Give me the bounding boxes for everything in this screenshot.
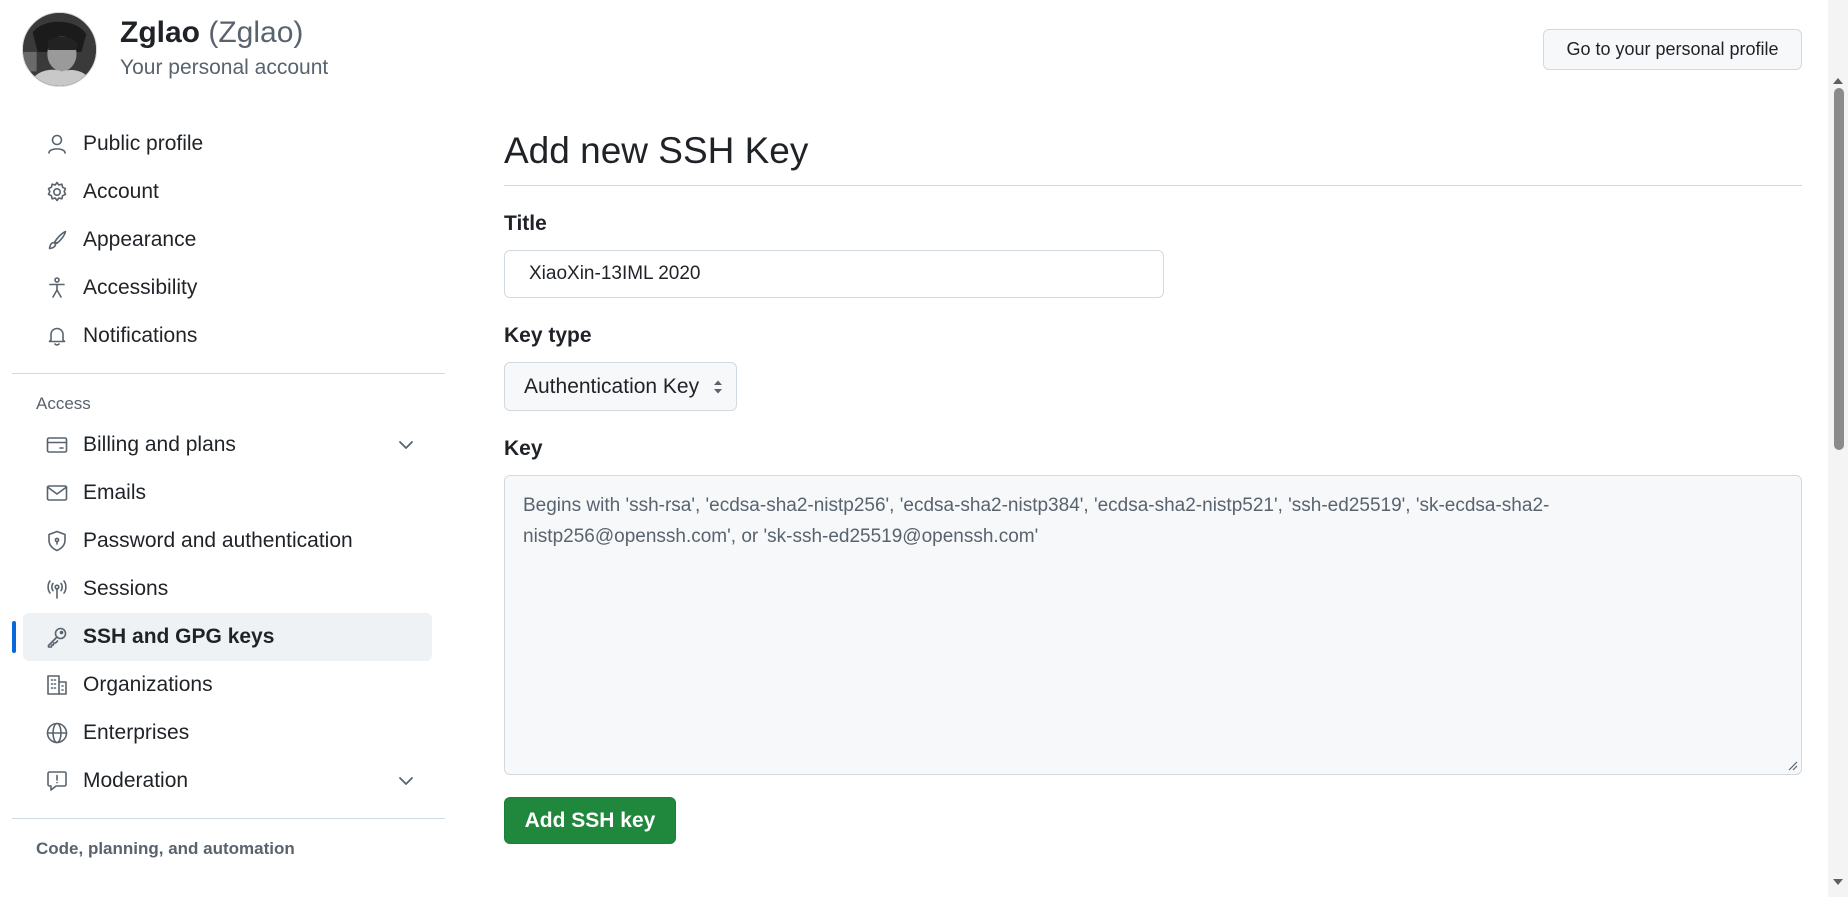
sidebar-item-label: Password and authentication <box>83 529 353 552</box>
select-caret-icon <box>714 380 722 394</box>
key-type-label: Key type <box>504 324 592 347</box>
sidebar-item-password[interactable]: Password and authentication <box>23 517 432 565</box>
go-to-profile-button[interactable]: Go to your personal profile <box>1543 29 1802 70</box>
avatar[interactable] <box>22 12 97 87</box>
resize-handle-icon[interactable] <box>1786 759 1798 771</box>
broadcast-icon <box>45 577 69 601</box>
bell-icon <box>45 324 69 348</box>
page-scrollbar[interactable] <box>1828 0 1848 897</box>
scroll-up-icon[interactable] <box>1832 76 1844 86</box>
page-title: Add new SSH Key <box>504 118 1802 186</box>
sidebar-item-enterprises[interactable]: Enterprises <box>23 709 432 757</box>
avatar-image <box>23 13 96 86</box>
sidebar-item-organizations[interactable]: Organizations <box>23 661 432 709</box>
add-ssh-key-button[interactable]: Add SSH key <box>504 797 676 844</box>
chevron-down-icon[interactable] <box>394 433 418 457</box>
key-type-select[interactable]: Authentication Key <box>504 362 737 411</box>
sidebar-item-accessibility[interactable]: Accessibility <box>23 264 432 312</box>
account-login: (Zglao) <box>208 16 304 49</box>
sidebar-item-label: Accessibility <box>83 276 198 299</box>
sidebar-item-appearance[interactable]: Appearance <box>23 216 432 264</box>
sidebar-divider <box>12 818 445 819</box>
sidebar-item-label: Public profile <box>83 132 204 155</box>
sidebar-item-label: Billing and plans <box>83 433 236 456</box>
credit-card-icon <box>45 433 69 457</box>
shield-lock-icon <box>45 529 69 553</box>
settings-sidebar: Public profile Account Appearance Access… <box>12 120 445 866</box>
key-placeholder: Begins with 'ssh-rsa', 'ecdsa-sha2-nistp… <box>523 495 1550 547</box>
sidebar-item-label: Enterprises <box>83 721 190 744</box>
organization-icon <box>45 673 69 697</box>
sidebar-divider <box>12 373 445 374</box>
sidebar-item-label: Moderation <box>83 769 189 792</box>
sidebar-item-billing[interactable]: Billing and plans <box>23 421 432 469</box>
settings-page: Zglao (Zglao) Your personal account Go t… <box>0 0 1848 897</box>
title-label: Title <box>504 212 547 235</box>
title-input[interactable] <box>504 250 1164 298</box>
sidebar-item-account[interactable]: Account <box>23 168 432 216</box>
sidebar-item-emails[interactable]: Emails <box>23 469 432 517</box>
mail-icon <box>45 481 69 505</box>
key-textarea[interactable]: Begins with 'ssh-rsa', 'ecdsa-sha2-nistp… <box>504 475 1802 775</box>
sidebar-item-label: Sessions <box>83 577 169 600</box>
display-name: Zglao <box>120 16 200 49</box>
sidebar-item-moderation[interactable]: Moderation <box>23 757 432 805</box>
key-label: Key <box>504 437 543 460</box>
sidebar-item-sessions[interactable]: Sessions <box>23 565 432 613</box>
sidebar-section-code-planning: Code, planning, and automation <box>36 839 295 858</box>
key-type-value: Authentication Key <box>524 374 700 398</box>
sidebar-item-public-profile[interactable]: Public profile <box>23 120 432 168</box>
paintbrush-icon <box>45 228 69 252</box>
sidebar-item-label: SSH and GPG keys <box>83 625 275 648</box>
key-icon <box>45 625 69 649</box>
report-icon <box>45 769 69 793</box>
add-ssh-key-form: Add new SSH Key Title Key type Authentic… <box>504 118 1802 844</box>
sidebar-item-label: Organizations <box>83 673 213 696</box>
account-header: Zglao (Zglao) Your personal account Go t… <box>0 0 1820 100</box>
scroll-down-icon[interactable] <box>1832 877 1844 887</box>
chevron-down-icon[interactable] <box>394 769 418 793</box>
sidebar-item-ssh-gpg-keys[interactable]: SSH and GPG keys <box>12 613 432 661</box>
globe-icon <box>45 721 69 745</box>
sidebar-item-label: Account <box>83 180 159 203</box>
sidebar-item-label: Emails <box>83 481 147 504</box>
account-subtitle: Your personal account <box>120 56 329 79</box>
gear-icon <box>45 180 69 204</box>
sidebar-item-label: Notifications <box>83 324 198 347</box>
account-name: Zglao (Zglao) <box>120 16 303 50</box>
accessibility-icon <box>45 276 69 300</box>
scrollbar-thumb[interactable] <box>1834 88 1844 450</box>
sidebar-item-notifications[interactable]: Notifications <box>23 312 432 360</box>
sidebar-section-access: Access <box>36 394 91 413</box>
sidebar-item-label: Appearance <box>83 228 197 251</box>
person-icon <box>45 132 69 156</box>
